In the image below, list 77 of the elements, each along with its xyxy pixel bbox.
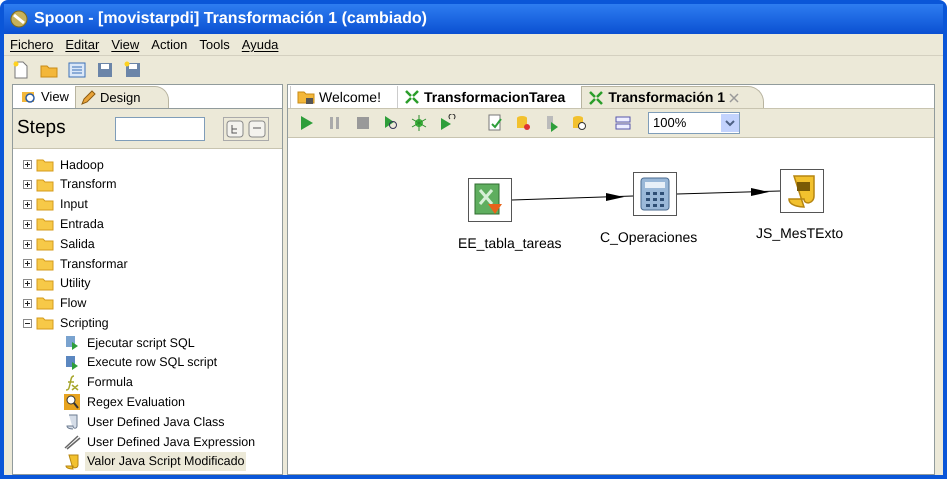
expand-icon[interactable] bbox=[23, 298, 32, 308]
expand-icon[interactable] bbox=[23, 279, 32, 288]
zoom-dropdown[interactable]: 100% bbox=[648, 112, 740, 134]
node-label: JS_MesTExto bbox=[756, 224, 844, 243]
folder-icon bbox=[36, 158, 54, 172]
spreadsheet-node-icon[interactable] bbox=[468, 178, 512, 222]
node-label: C_Operaciones bbox=[600, 228, 698, 247]
replay-icon[interactable] bbox=[438, 114, 456, 132]
tree-item[interactable]: Input bbox=[60, 195, 88, 214]
arrows-icon bbox=[404, 89, 420, 105]
tree-item[interactable]: User Defined Java Class bbox=[85, 412, 227, 432]
save-as-icon[interactable] bbox=[124, 61, 142, 79]
tree-item[interactable]: Hadoop bbox=[60, 156, 104, 174]
tree-item[interactable]: Regex Evaluation bbox=[85, 393, 187, 412]
tree-item[interactable]: Execute row SQL script bbox=[85, 353, 220, 372]
node-label: EE_tabla_tareas bbox=[458, 234, 562, 253]
folder-icon bbox=[36, 237, 54, 252]
tree-item[interactable]: User Defined Java Expression bbox=[85, 432, 258, 452]
editor-tab[interactable]: Welcome! bbox=[290, 86, 387, 108]
tree-item[interactable]: Flow bbox=[60, 294, 86, 313]
folder-icon bbox=[36, 316, 54, 330]
scroll-icon bbox=[63, 452, 81, 471]
new-file-icon[interactable] bbox=[12, 61, 30, 79]
calculator-node-icon[interactable] bbox=[633, 172, 677, 216]
folder-icon bbox=[36, 296, 54, 310]
tree-view-icon[interactable] bbox=[226, 120, 244, 138]
tree-item[interactable]: Scripting bbox=[60, 314, 109, 333]
window-title: Spoon - [movistarpdi] Transformación 1 (cambiado) bbox=[34, 9, 427, 29]
editor-tab[interactable]: TransformacionTarea bbox=[396, 86, 572, 108]
explorer-icon[interactable] bbox=[68, 61, 86, 79]
editor-tab[interactable]: Transformación 1 bbox=[581, 86, 764, 108]
tree-item[interactable]: Salida bbox=[60, 234, 95, 254]
expand-icon[interactable] bbox=[23, 259, 32, 268]
folder-icon bbox=[36, 276, 54, 291]
tree-item[interactable]: Valor Java Script Modificado bbox=[85, 452, 246, 472]
magnifier-icon bbox=[63, 393, 81, 412]
pen-icon bbox=[63, 433, 81, 452]
bug-icon[interactable] bbox=[410, 114, 428, 132]
tree-item[interactable]: Transformar bbox=[60, 254, 128, 274]
menu-item[interactable]: Ayuda bbox=[242, 34, 278, 54]
folder-icon bbox=[297, 89, 315, 105]
menu-item[interactable]: Editar bbox=[65, 34, 100, 54]
menu-item[interactable]: Action bbox=[151, 34, 188, 54]
verify-icon[interactable] bbox=[486, 114, 504, 132]
expand-icon[interactable] bbox=[23, 200, 32, 209]
pencil-icon bbox=[80, 90, 96, 106]
folder-icon bbox=[36, 178, 54, 192]
preview-icon[interactable] bbox=[382, 114, 400, 132]
folder-icon bbox=[36, 256, 54, 271]
menu-item[interactable]: Tools bbox=[199, 34, 230, 54]
function-icon bbox=[63, 374, 81, 392]
collapse-all-icon[interactable] bbox=[248, 120, 266, 138]
folder-icon bbox=[36, 197, 54, 212]
tree-item[interactable]: Transform bbox=[60, 175, 116, 194]
arrows-icon bbox=[588, 90, 604, 106]
steps-label: Steps bbox=[17, 116, 67, 140]
expand-icon[interactable] bbox=[23, 220, 32, 229]
tree-item[interactable]: Formula bbox=[85, 373, 135, 392]
expand-icon[interactable] bbox=[23, 160, 32, 170]
save-icon[interactable] bbox=[96, 61, 114, 79]
menu-item[interactable]: Fichero bbox=[10, 34, 54, 54]
folder-icon bbox=[36, 217, 54, 232]
expand-icon[interactable] bbox=[23, 180, 32, 190]
spoon-logo-icon bbox=[10, 10, 28, 28]
expand-icon[interactable] bbox=[23, 240, 32, 249]
panel-tab[interactable]: Design bbox=[74, 86, 170, 108]
menu-item[interactable]: View bbox=[111, 34, 140, 54]
magnifier-icon bbox=[21, 89, 37, 105]
database-icon[interactable] bbox=[514, 114, 532, 132]
collapse-icon[interactable] bbox=[23, 318, 32, 328]
tree-item[interactable]: Ejecutar script SQL bbox=[85, 334, 197, 352]
database-search-icon[interactable] bbox=[570, 114, 588, 132]
scroll-node-icon[interactable] bbox=[780, 169, 824, 213]
tree-item[interactable]: Utility bbox=[60, 274, 91, 294]
tree-item[interactable]: Entrada bbox=[60, 214, 104, 234]
align-icon[interactable] bbox=[614, 114, 632, 132]
search-field[interactable] bbox=[115, 116, 205, 140]
